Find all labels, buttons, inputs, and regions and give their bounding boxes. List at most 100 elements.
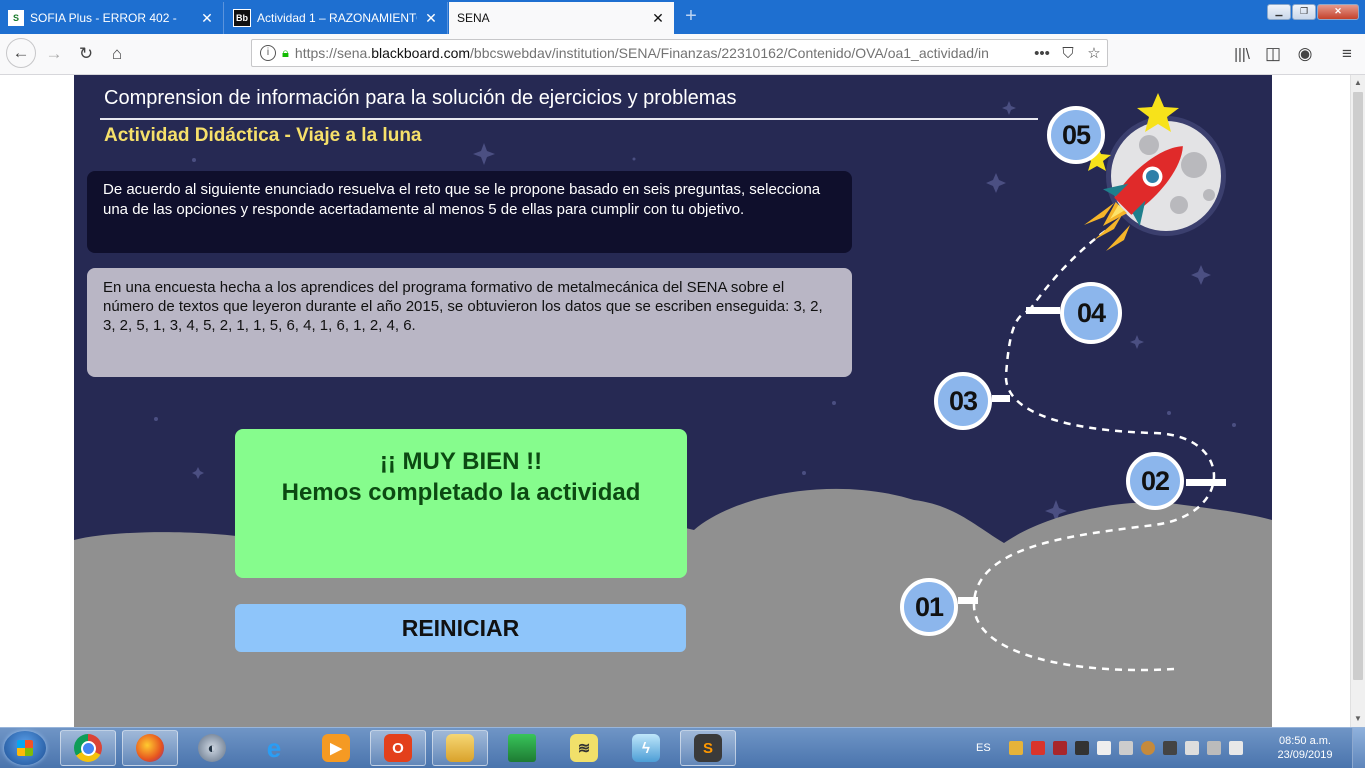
arrow-left-icon: ← xyxy=(12,43,30,62)
step-badge-03: 03 xyxy=(934,372,992,430)
taskbar-bolt-app[interactable]: ϟ xyxy=(618,730,674,766)
bookmark-star-icon[interactable]: ☆ xyxy=(1081,44,1107,62)
step-badge-05: 05 xyxy=(1047,106,1105,164)
tray-printer-icon[interactable] xyxy=(1118,741,1133,755)
tray-volume-icon[interactable] xyxy=(1228,741,1243,755)
minimize-window-button[interactable]: ▁ xyxy=(1267,4,1291,20)
back-button[interactable]: ← xyxy=(6,38,36,68)
tray-flag-icon[interactable] xyxy=(1096,741,1111,755)
internet-explorer-icon: e xyxy=(266,732,282,763)
taskbar-chrome[interactable] xyxy=(60,730,116,766)
taskbar-internet-explorer[interactable]: e xyxy=(246,730,302,766)
forward-button[interactable]: → xyxy=(40,40,68,68)
url-text[interactable]: https://sena.blackboard.com/bbcswebdav/i… xyxy=(295,45,1029,61)
close-window-button[interactable]: ✕ xyxy=(1317,4,1359,20)
activity-heading: Comprension de información para la soluc… xyxy=(104,87,737,109)
lock-icon[interactable]: 🔒︎ xyxy=(282,45,289,61)
library-icon: |||\ xyxy=(1234,45,1250,63)
close-tab-icon[interactable]: ✕ xyxy=(199,10,215,27)
info-icon[interactable]: i xyxy=(260,45,276,61)
page-viewport: Comprension de información para la soluc… xyxy=(0,75,1350,727)
tab-actividad-1[interactable]: Bb Actividad 1 – RAZONAMIENTO ✕ xyxy=(225,2,448,34)
bolt-app-icon: ϟ xyxy=(632,734,660,762)
office-icon: O xyxy=(384,734,412,762)
activity-subheading: Actividad Didáctica - Viaje a la luna xyxy=(104,125,422,146)
taskbar-video[interactable]: ▶ xyxy=(308,730,364,766)
tab-sena[interactable]: SENA ✕ xyxy=(449,2,674,34)
taskbar-sublime-text[interactable]: S xyxy=(680,730,736,766)
restore-window-button[interactable]: ❐ xyxy=(1292,4,1316,20)
tab-title: Actividad 1 – RAZONAMIENTO xyxy=(257,11,417,25)
tray-network-icon[interactable] xyxy=(1206,741,1221,755)
hamburger-menu-icon: ≡ xyxy=(1342,44,1352,63)
home-icon: ⌂ xyxy=(111,44,123,63)
browser-toolbar: ← → ↻ ⌂ i 🔒︎ https://sena.blackboard.com… xyxy=(0,34,1365,75)
home-button[interactable]: ⌂ xyxy=(103,40,131,68)
vertical-scrollbar[interactable]: ▲ ▼ xyxy=(1350,75,1365,727)
taskbar-office[interactable]: O xyxy=(370,730,426,766)
reload-button[interactable]: ↻ xyxy=(72,40,100,68)
system-tray: ES xyxy=(976,728,1247,768)
sidebar-icon: ◫ xyxy=(1264,44,1282,63)
clock-date: 23/09/2019 xyxy=(1277,749,1333,761)
extension-button[interactable]: ◉ xyxy=(1291,40,1319,68)
media-player-icon: ◐ xyxy=(198,734,226,762)
sofia-favicon-icon: S xyxy=(8,10,24,26)
extension-icon: ◉ xyxy=(1297,44,1313,63)
tray-monitor-icon[interactable] xyxy=(1162,741,1177,755)
pocket-icon[interactable]: ⛉ xyxy=(1055,45,1081,62)
wifi-icon: ≋ xyxy=(570,734,598,762)
windows-taskbar: ◐ e ▶ O ≋ ϟ S ES 08:50 a.m. 23/09/2019 xyxy=(0,727,1365,768)
scrollbar-thumb[interactable] xyxy=(1353,92,1363,680)
sidebar-button[interactable]: ◫ xyxy=(1259,40,1287,68)
library-button[interactable]: |||\ xyxy=(1228,40,1256,68)
blackboard-favicon-icon: Bb xyxy=(233,9,251,27)
tray-usb-icon[interactable] xyxy=(1184,741,1199,755)
firefox-icon xyxy=(136,734,164,762)
activity-scene: Comprension de información para la soluc… xyxy=(74,75,1272,727)
heading-divider xyxy=(100,118,1038,120)
language-indicator[interactable]: ES xyxy=(976,742,991,754)
taskbar-media-player[interactable]: ◐ xyxy=(184,730,240,766)
result-message-box: ¡¡ MUY BIEN !! Hemos completado la activ… xyxy=(235,429,687,578)
tray-security-icon[interactable] xyxy=(1030,741,1045,755)
taskbar-network[interactable] xyxy=(494,730,550,766)
result-subtitle: Hemos completado la actividad xyxy=(281,479,641,506)
tray-truck-icon[interactable] xyxy=(1074,741,1089,755)
tray-app-icon[interactable] xyxy=(1008,741,1023,755)
scroll-up-arrow-icon[interactable]: ▲ xyxy=(1351,75,1365,91)
system-clock[interactable]: 08:50 a.m. 23/09/2019 xyxy=(1270,734,1340,762)
arrow-right-icon: → xyxy=(45,44,63,63)
url-domain: blackboard.com xyxy=(371,45,471,61)
reload-icon: ↻ xyxy=(78,44,94,63)
tab-sofia-plus[interactable]: S SOFIA Plus - ERROR 402 - ✕ xyxy=(0,2,224,34)
tray-shield-icon[interactable] xyxy=(1052,741,1067,755)
sublime-text-icon: S xyxy=(694,734,722,762)
show-desktop-button[interactable] xyxy=(1352,728,1365,768)
step-badge-01: 01 xyxy=(900,578,958,636)
problem-statement-box: En una encuesta hecha a los aprendices d… xyxy=(87,268,852,377)
page-actions-icon[interactable]: ••• xyxy=(1029,45,1055,62)
new-tab-button[interactable]: + xyxy=(680,5,702,27)
tab-title: SOFIA Plus - ERROR 402 - xyxy=(30,11,177,25)
step-badge-02: 02 xyxy=(1126,452,1184,510)
taskbar-firefox[interactable] xyxy=(122,730,178,766)
start-button[interactable] xyxy=(4,731,46,765)
restart-button[interactable]: REINICIAR xyxy=(235,604,686,652)
address-bar[interactable]: i 🔒︎ https://sena.blackboard.com/bbcsweb… xyxy=(251,39,1108,67)
taskbar-file-explorer[interactable] xyxy=(432,730,488,766)
video-icon: ▶ xyxy=(322,734,350,762)
url-path: /bbcswebdav/institution/SENA/Finanzas/22… xyxy=(470,45,989,61)
tray-cookie-icon[interactable] xyxy=(1140,741,1155,755)
step-badge-04: 04 xyxy=(1060,282,1122,344)
menu-button[interactable]: ≡ xyxy=(1333,40,1361,68)
url-prefix: https://sena. xyxy=(294,45,372,61)
scroll-down-arrow-icon[interactable]: ▼ xyxy=(1351,711,1365,727)
instructions-box: De acuerdo al siguiente enunciado resuel… xyxy=(87,171,852,253)
taskbar-wifi[interactable]: ≋ xyxy=(556,730,612,766)
close-tab-icon[interactable]: ✕ xyxy=(423,10,439,27)
network-icon xyxy=(508,734,536,762)
browser-tab-bar: S SOFIA Plus - ERROR 402 - ✕ Bb Activida… xyxy=(0,0,1365,34)
tab-title: SENA xyxy=(457,11,490,25)
close-tab-icon[interactable]: ✕ xyxy=(650,10,666,27)
